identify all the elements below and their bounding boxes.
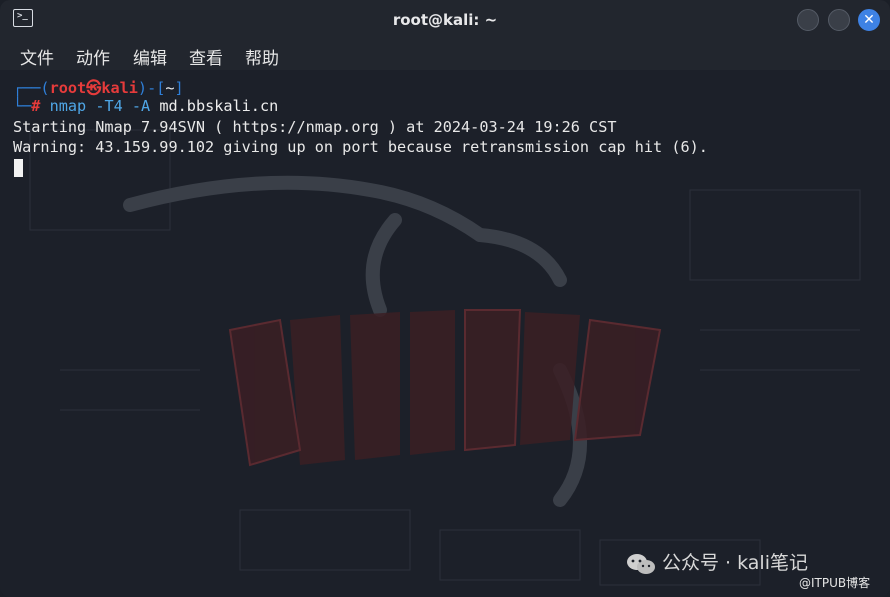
prompt-line-2: └─# nmap -T4 -A md.bbskali.cn — [13, 97, 278, 115]
root-hash: # — [31, 97, 41, 115]
prompt-frame-close: ] — [174, 79, 184, 97]
itpub-watermark: @ITPUB博客 — [799, 576, 871, 590]
menu-file[interactable]: 文件 — [20, 44, 54, 69]
prompt-frame-mid: )-[ — [137, 79, 166, 97]
text-cursor — [14, 159, 23, 177]
menu-actions[interactable]: 动作 — [76, 44, 110, 69]
prompt-frame-bottom: └─ — [13, 97, 32, 115]
wechat-watermark: 公众号 · kali笔记 — [626, 548, 808, 575]
wechat-icon — [627, 553, 655, 574]
menu-help[interactable]: 帮助 — [245, 44, 279, 69]
menu-edit[interactable]: 编辑 — [133, 44, 167, 69]
prompt-line-1: ┌──(root㉿kali)-[~] — [13, 76, 184, 98]
command-target: md.bbskali.cn — [159, 97, 279, 115]
terminal-window: >_ root@kali: ~ ✕ 文件 动作 编辑 查看 帮助 ┌──(roo… — [0, 0, 890, 597]
terminal-body[interactable]: ┌──(root㉿kali)-[~] └─# nmap -T4 -A md.bb… — [0, 70, 890, 597]
command-args: -T4 -A — [95, 97, 151, 115]
prompt-user: root — [49, 79, 87, 97]
window-title: root@kali: ~ — [392, 11, 498, 29]
minimize-button[interactable] — [797, 9, 819, 31]
title-bar[interactable]: >_ root@kali: ~ ✕ — [0, 0, 890, 40]
output-line: Starting Nmap 7.94SVN ( https://nmap.org… — [13, 118, 617, 136]
prompt-host: kali — [101, 79, 138, 97]
prompt-directory: ~ — [165, 79, 175, 97]
prompt-frame-open: ┌──( — [13, 79, 50, 97]
menu-bar: 文件 动作 编辑 查看 帮助 — [0, 40, 890, 70]
close-button[interactable]: ✕ — [858, 9, 880, 31]
menu-view[interactable]: 查看 — [189, 44, 223, 69]
prompt-at-symbol: ㉿ — [86, 79, 102, 97]
maximize-button[interactable] — [828, 9, 850, 31]
command-name: nmap — [49, 97, 87, 115]
output-line: Warning: 43.159.99.102 giving up on port… — [13, 138, 708, 156]
wechat-label: 公众号 · kali笔记 — [662, 552, 808, 574]
